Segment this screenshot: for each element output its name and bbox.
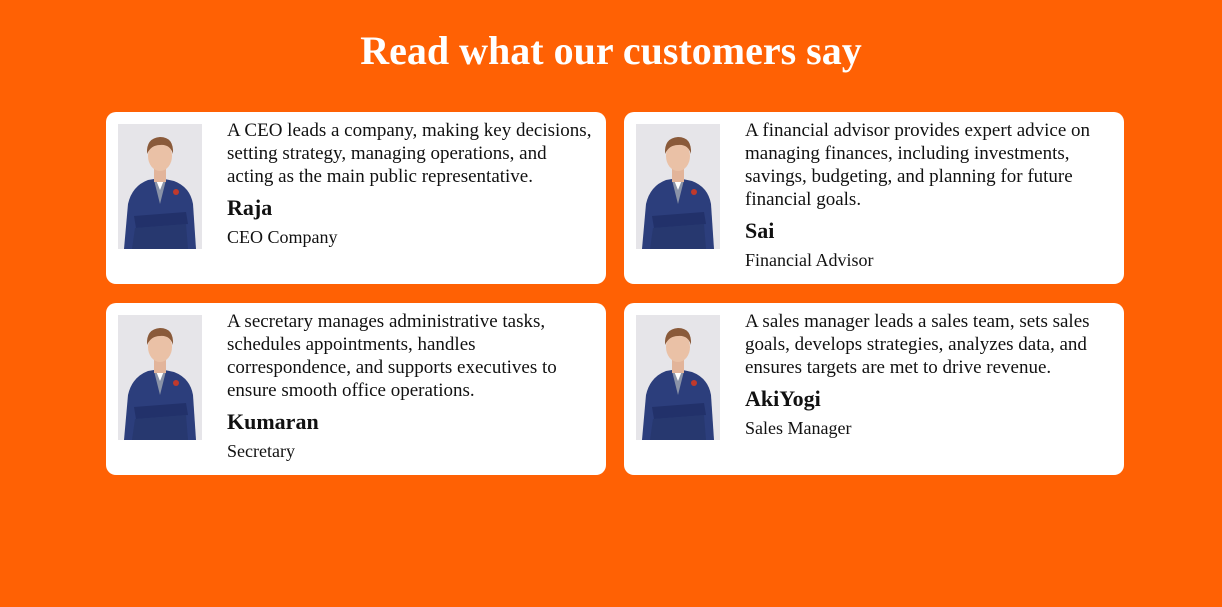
testimonial-quote: A CEO leads a company, making key decisi… bbox=[227, 120, 592, 187]
testimonial-body: A CEO leads a company, making key decisi… bbox=[227, 120, 594, 247]
customer-role: CEO Company bbox=[227, 227, 338, 247]
customer-role: Financial Advisor bbox=[745, 250, 874, 270]
testimonial-quote: A sales manager leads a sales team, sets… bbox=[745, 311, 1090, 378]
testimonial-card-sai: A financial advisor provides expert advi… bbox=[624, 112, 1124, 284]
customer-role: Secretary bbox=[227, 441, 295, 461]
testimonial-quote: A financial advisor provides expert advi… bbox=[745, 120, 1091, 210]
testimonial-card-kumaran: A secretary manages administrative tasks… bbox=[106, 303, 606, 475]
testimonial-card-raja: A CEO leads a company, making key decisi… bbox=[106, 112, 606, 284]
customer-role: Sales Manager bbox=[745, 418, 852, 438]
avatar-photo bbox=[118, 315, 202, 440]
customer-name: Raja bbox=[227, 195, 273, 220]
testimonial-body: A financial advisor provides expert advi… bbox=[745, 120, 1112, 270]
testimonial-grid: A CEO leads a company, making key decisi… bbox=[106, 112, 1124, 475]
customer-name: Sai bbox=[745, 218, 775, 243]
testimonial-body: A secretary manages administrative tasks… bbox=[227, 311, 594, 461]
avatar-photo bbox=[636, 124, 720, 249]
testimonial-quote: A secretary manages administrative tasks… bbox=[227, 311, 557, 401]
page-title: Read what our customers say bbox=[360, 28, 862, 73]
customer-name: Kumaran bbox=[227, 409, 319, 434]
testimonial-body: A sales manager leads a sales team, sets… bbox=[745, 311, 1112, 438]
testimonial-card-akiyogi: A sales manager leads a sales team, sets… bbox=[624, 303, 1124, 475]
customer-name: AkiYogi bbox=[745, 386, 821, 411]
avatar-photo bbox=[118, 124, 202, 249]
avatar-photo bbox=[636, 315, 720, 440]
